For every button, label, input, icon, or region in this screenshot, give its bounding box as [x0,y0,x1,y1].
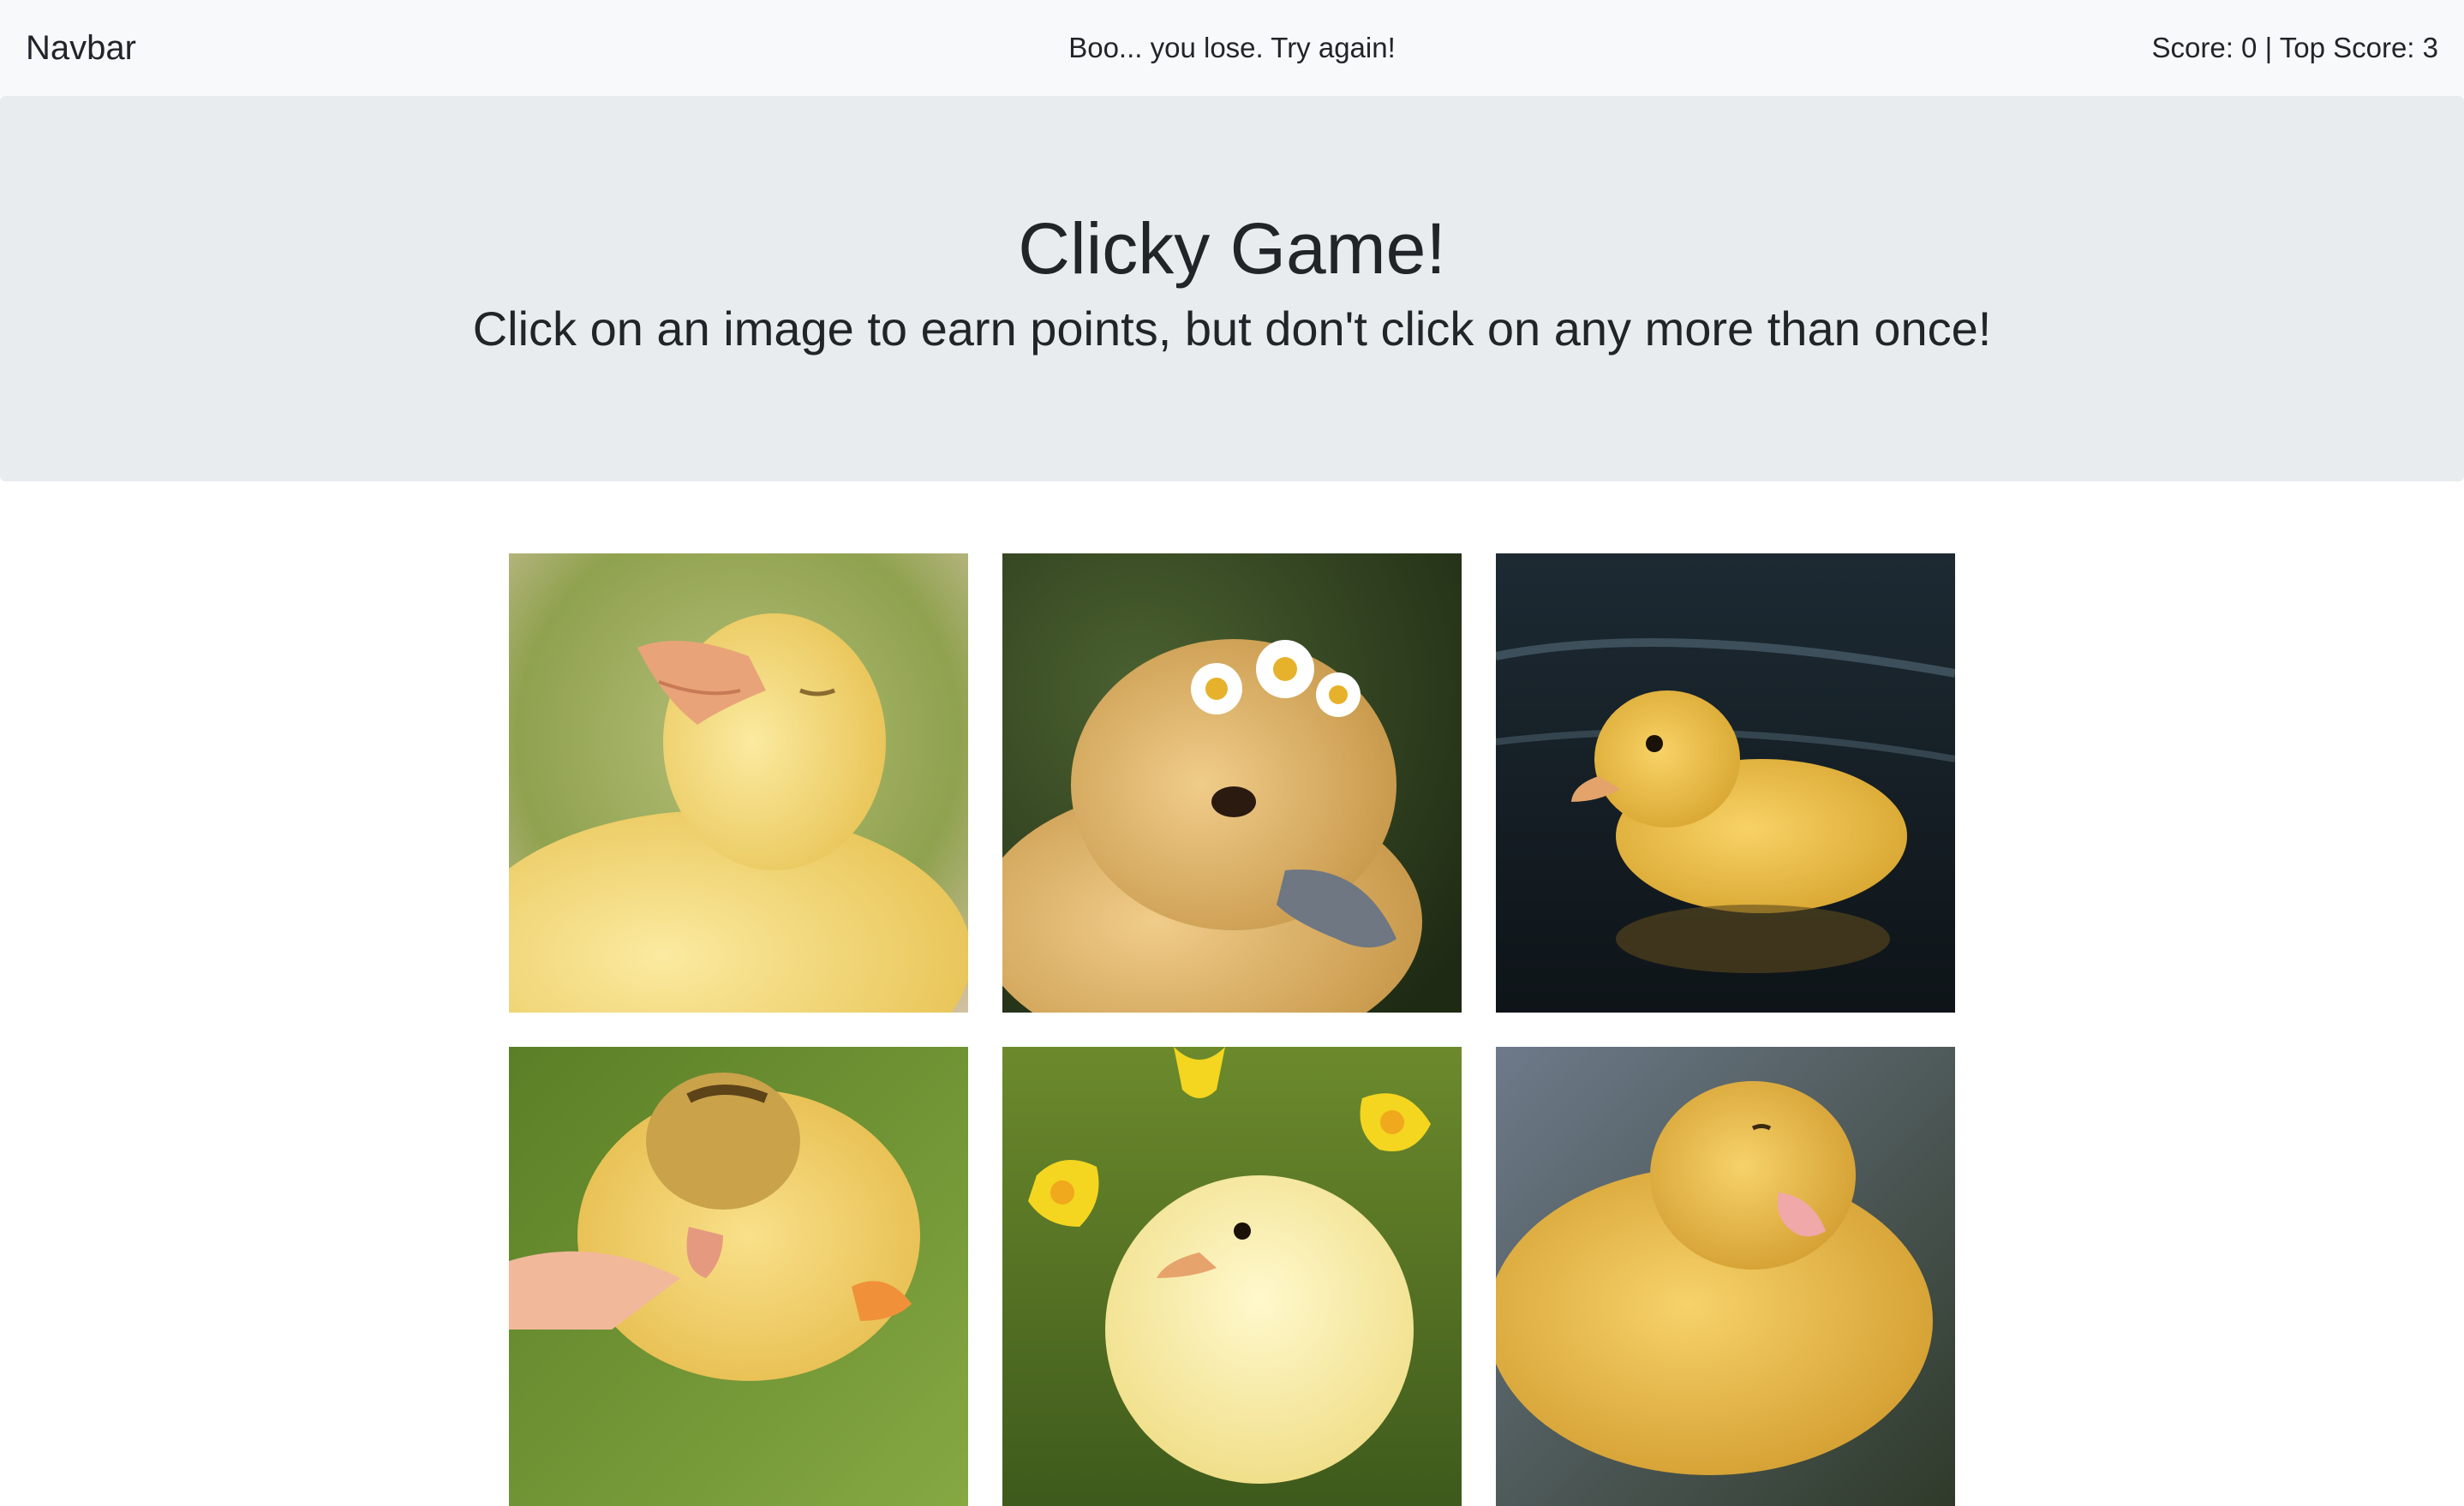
duckling-pink-beak-image[interactable] [1496,1047,1955,1506]
duckling-head-up-image[interactable] [509,553,968,1013]
game-status-message: Boo... you lose. Try again! [1068,32,1396,63]
duckling-head-up-picture [509,553,968,1013]
navbar: Navbar Boo... you lose. Try again! Score… [0,0,2464,96]
duckling-pink-beak-picture [1496,1047,1955,1506]
duckling-swimming-picture [1496,553,1955,1013]
score-display: Score: 0 | Top Score: 3 [2151,32,2438,63]
chick-daffodils-image[interactable] [1002,1047,1462,1506]
duckling-daisy-crown-image[interactable] [1002,553,1462,1013]
jumbotron: Clicky Game! Click on an image to earn p… [0,96,2464,481]
duckling-on-hand-image[interactable] [509,1047,968,1506]
page-title: Clicky Game! [1018,208,1446,289]
instructions-subtitle: Click on an image to earn points, but do… [472,302,1992,356]
duckling-swimming-image[interactable] [1496,553,1955,1013]
duckling-on-hand-picture [509,1047,968,1506]
duckling-daisy-crown-picture [1002,553,1462,1013]
chick-daffodils-picture [1002,1047,1462,1506]
